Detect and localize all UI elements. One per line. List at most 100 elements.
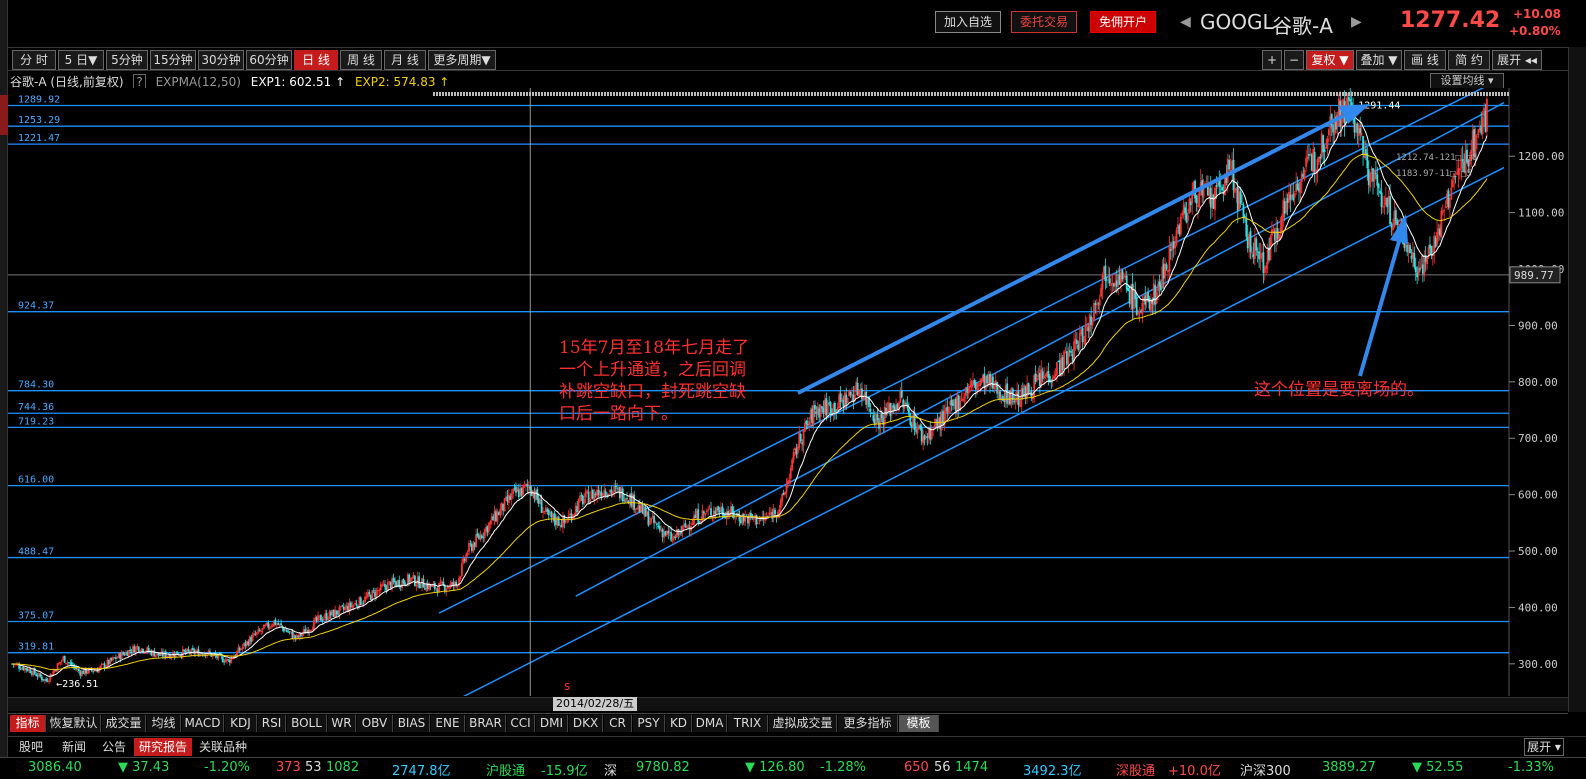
top-volume-dot (1102, 92, 1104, 96)
candle-body (890, 406, 893, 415)
period-monthly[interactable]: 月 线 (384, 50, 426, 70)
left-side-strip[interactable] (0, 0, 8, 779)
sell-marker: s (564, 679, 570, 693)
period-5day[interactable]: 5 日▼ (58, 50, 104, 70)
period-weekly[interactable]: 周 线 (340, 50, 382, 70)
top-volume-dot (1174, 92, 1176, 96)
top-volume-dot (448, 92, 450, 96)
indicator-button[interactable]: BRAR (466, 715, 506, 732)
indicator-button[interactable]: KD (666, 715, 692, 732)
indicator-button[interactable]: BOLL (287, 715, 327, 732)
top-volume-dot (1099, 92, 1101, 96)
top-volume-dot (634, 92, 636, 96)
low-price-label: ←236.51 (56, 679, 98, 690)
add-watchlist-button[interactable]: 加入自选 (935, 11, 1002, 33)
candle-body (1394, 210, 1397, 221)
period-60min[interactable]: 60分钟 (246, 50, 292, 70)
indicator-button[interactable]: 指标 (10, 715, 46, 732)
top-volume-dot (985, 92, 987, 96)
indicator-button[interactable]: DKX (569, 715, 603, 732)
period-5min[interactable]: 5分钟 (106, 50, 148, 70)
top-volume-dot (559, 92, 561, 96)
top-volume-dot (940, 92, 942, 96)
adjust-price-button[interactable]: 复权 ▼ (1306, 50, 1354, 70)
top-volume-dot (517, 92, 519, 96)
top-volume-dot (712, 92, 714, 96)
period-15min[interactable]: 15分钟 (150, 50, 196, 70)
indicator-toolbar: 指标 恢复默认 成交量 均线 MACD KDJ RSI BOLL WR OBV BIAS ENE BRA… (8, 713, 1568, 732)
top-volume-dot (913, 92, 915, 96)
open-account-button[interactable]: 免佣开户 (1090, 11, 1157, 33)
indicator-button[interactable]: DMI (536, 715, 568, 732)
top-volume-dot (730, 92, 732, 96)
indicator-button[interactable]: DMA (693, 715, 727, 732)
candle-body (992, 376, 994, 389)
top-volume-dot (541, 92, 543, 96)
next-symbol-icon[interactable]: ▶ (1351, 14, 1362, 30)
top-volume-dot (661, 92, 663, 96)
top-volume-dot (973, 92, 975, 96)
candle-body (1426, 257, 1429, 265)
top-volume-dot (1363, 92, 1365, 96)
indicator-button[interactable]: 虚拟成交量 (769, 715, 837, 732)
top-volume-dot (646, 92, 648, 96)
indicator-button[interactable]: 更多指标 (838, 715, 898, 732)
indicator-button[interactable]: OBV (357, 715, 393, 732)
bottom-tab[interactable]: 股吧 (10, 738, 52, 756)
set-ma-button[interactable]: 设置均线 ▾ (1430, 73, 1504, 89)
horizontal-level-label: 784.30 (18, 380, 54, 391)
candle-body (489, 520, 492, 525)
simple-mode-button[interactable]: 简 约 (1448, 50, 1490, 70)
prev-symbol-icon[interactable]: ◀ (1180, 14, 1191, 30)
top-volume-dot (619, 92, 621, 96)
bottom-tab[interactable]: 关联品种 (194, 738, 252, 756)
top-volume-dot (1168, 92, 1170, 96)
draw-line-button[interactable]: 画 线 (1404, 50, 1446, 70)
indicator-button[interactable]: ENE (431, 715, 465, 732)
candle-body (604, 491, 607, 495)
bottom-tab[interactable]: 公告 (96, 738, 132, 756)
indicator-button[interactable]: MACD (182, 715, 224, 732)
indicator-button[interactable]: CCI (507, 715, 535, 732)
indicator-button[interactable]: KDJ (225, 715, 257, 732)
top-volume-dot (757, 92, 759, 96)
period-more[interactable]: 更多周期▼ (428, 50, 496, 70)
top-volume-dot (1147, 92, 1149, 96)
indicator-name[interactable]: EXPMA(12,50) (156, 75, 241, 89)
indicator-button[interactable]: 成交量 (102, 715, 146, 732)
top-volume-dot (1000, 92, 1002, 96)
top-volume-dot (562, 92, 564, 96)
indicator-button[interactable]: WR (328, 715, 356, 732)
trade-button[interactable]: 委托交易 (1011, 11, 1078, 33)
indicator-button[interactable]: CR (604, 715, 632, 732)
bottom-expand-button[interactable]: 展开 ▾ (1524, 738, 1564, 756)
top-volume-dot (1480, 92, 1482, 96)
indicator-button[interactable]: PSY (633, 715, 665, 732)
period-30min[interactable]: 30分钟 (198, 50, 244, 70)
bottom-tab[interactable]: 研究报告 (134, 738, 192, 756)
zoom-out-button[interactable]: − (1284, 50, 1304, 70)
zoom-in-button[interactable]: + (1262, 50, 1282, 70)
indicator-button[interactable]: 模板 (899, 715, 939, 732)
candlestick-chart[interactable]: 300.00 400.00 500.00 600.00 700.00 800.00 900.… (8, 88, 1568, 696)
expand-button[interactable]: 展开 ◂◂ (1492, 50, 1542, 70)
candle-body (327, 619, 329, 620)
candle-body (540, 500, 543, 513)
period-intraday[interactable]: 分 时 (12, 50, 56, 70)
period-daily[interactable]: 日 线 (294, 50, 338, 70)
candle-body (378, 590, 381, 592)
candle-body (586, 490, 589, 492)
bottom-tab[interactable]: 新闻 (54, 738, 94, 756)
right-vertical-scrollbar[interactable] (1568, 47, 1586, 712)
indicator-button[interactable]: 均线 (147, 715, 181, 732)
top-volume-dot (1423, 92, 1425, 96)
top-volume-dot (1051, 92, 1053, 96)
chart-horizontal-scrollbar[interactable] (8, 697, 1568, 711)
candle-body (476, 533, 479, 537)
indicator-button[interactable]: 恢复默认 (47, 715, 101, 732)
indicator-button[interactable]: TRIX (728, 715, 768, 732)
indicator-button[interactable]: RSI (258, 715, 286, 732)
period-toolbar: 分 时 5 日▼ 5分钟 15分钟 30分钟 60分钟 日 线 周 线 月 线 … (8, 47, 1586, 71)
indicator-button[interactable]: BIAS (394, 715, 430, 732)
overlay-button[interactable]: 叠加 ▼ (1356, 50, 1402, 70)
